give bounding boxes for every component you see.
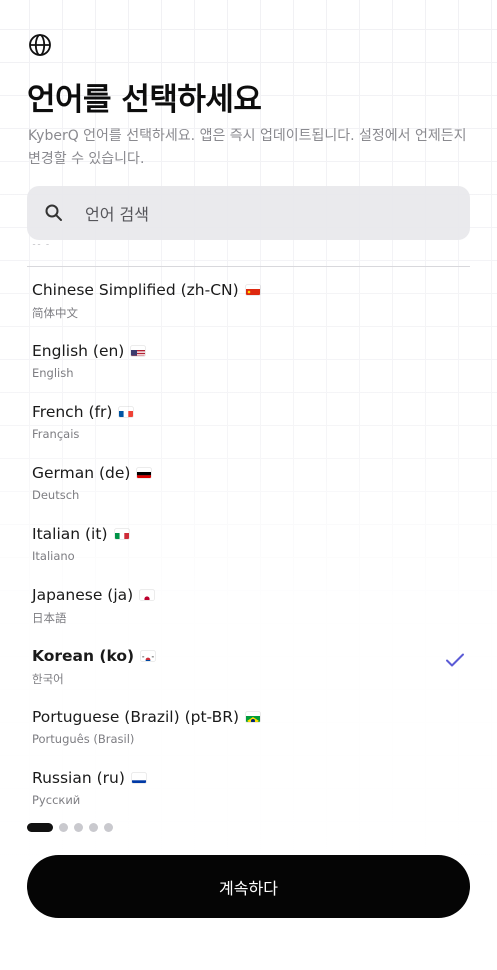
flag-jp-icon <box>140 590 155 600</box>
language-native-name: 한국어 <box>32 672 64 686</box>
search-icon <box>45 204 62 221</box>
flag-it-icon <box>114 529 129 539</box>
search-box[interactable] <box>27 186 470 242</box>
partial-list-item: ˉˉ ˉ <box>32 243 51 252</box>
language-native-name: Português (Brasil) <box>32 732 135 746</box>
language-name-row: Japanese (ja) <box>32 586 155 604</box>
list-divider <box>27 266 470 267</box>
language-name: German (de) <box>32 464 131 482</box>
flag-de-icon <box>137 468 152 478</box>
language-name-row: Italian (it) <box>32 525 129 543</box>
language-item-fr[interactable]: French (fr) Français <box>0 400 497 461</box>
language-name-row: English (en) <box>32 342 146 360</box>
language-name-row: Korean (ko) <box>32 647 156 665</box>
page-title: 언어를 선택하세요 <box>27 82 262 118</box>
language-native-name: Deutsch <box>32 488 80 502</box>
language-native-name: 简体中文 <box>32 306 78 320</box>
language-item-kr[interactable]: Korean (ko) 한국어 <box>0 644 497 705</box>
flag-fr-icon <box>119 407 134 417</box>
language-name: French (fr) <box>32 403 113 421</box>
language-name-row: Russian (ru) <box>32 769 146 787</box>
globe-icon <box>29 34 51 56</box>
language-name: Portuguese (Brazil) (pt-BR) <box>32 708 240 726</box>
language-name-row: Portuguese (Brazil) (pt-BR) <box>32 708 261 726</box>
language-name: Russian (ru) <box>32 769 125 787</box>
language-name-row: Chinese Simplified (zh-CN) <box>32 281 260 299</box>
language-item-jp[interactable]: Japanese (ja) 日本語 <box>0 583 497 644</box>
language-name: Chinese Simplified (zh-CN) <box>32 281 239 299</box>
checkmark-icon <box>446 653 464 667</box>
pagination-dot <box>27 823 53 832</box>
language-item-ru[interactable]: Russian (ru) Русский <box>0 766 497 827</box>
language-name-row: French (fr) <box>32 403 134 421</box>
pagination-dot <box>74 823 83 832</box>
language-screen: 언어를 선택하세요 KyberQ 언어를 선택하세요. 앱은 즉시 업데이트됩니… <box>0 0 497 970</box>
language-native-name: Русский <box>32 793 81 807</box>
language-item-br[interactable]: Portuguese (Brazil) (pt-BR) Português (Br… <box>0 705 497 766</box>
language-native-name: Italiano <box>32 549 75 563</box>
language-item-cn[interactable]: Chinese Simplified (zh-CN) 简体中文 <box>0 278 497 339</box>
language-item-us[interactable]: English (en) English <box>0 339 497 400</box>
flag-cn-icon <box>245 285 260 295</box>
language-native-name: Français <box>32 427 80 441</box>
language-item-de[interactable]: German (de) Deutsch <box>0 461 497 522</box>
pagination-dot <box>104 823 113 832</box>
flag-us-icon <box>131 346 146 356</box>
language-native-name: 日本語 <box>32 611 67 625</box>
language-name: Italian (it) <box>32 525 108 543</box>
language-list[interactable]: Chinese Simplified (zh-CN) 简体中文 English (e… <box>0 278 497 827</box>
continue-button[interactable]: 계속하다 <box>27 855 470 918</box>
flag-ru-icon <box>131 773 146 783</box>
page-subtitle: KyberQ 언어를 선택하세요. 앱은 즉시 업데이트됩니다. 설정에서 언제… <box>28 128 467 167</box>
pagination-dots <box>27 823 113 832</box>
language-name-row: German (de) <box>32 464 152 482</box>
search-input[interactable] <box>83 186 457 242</box>
language-name: English (en) <box>32 342 125 360</box>
language-item-it[interactable]: Italian (it) Italiano <box>0 522 497 583</box>
flag-br-icon <box>246 712 261 722</box>
language-name: Korean (ko) <box>32 647 135 665</box>
flag-kr-icon <box>141 651 156 661</box>
language-native-name: English <box>32 366 74 380</box>
pagination-dot <box>59 823 68 832</box>
language-name: Japanese (ja) <box>32 586 134 604</box>
pagination-dot <box>89 823 98 832</box>
